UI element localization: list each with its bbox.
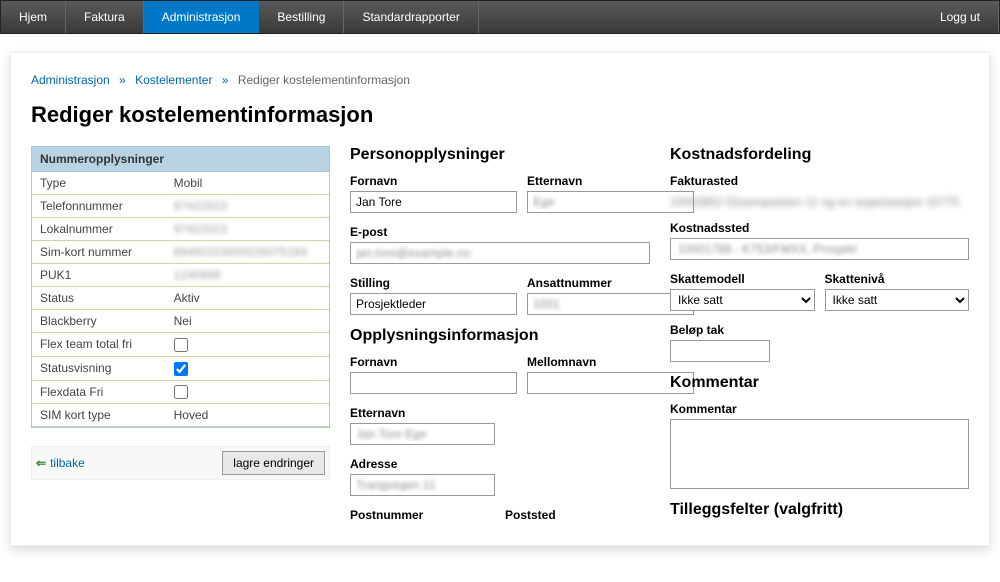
tilbake-link[interactable]: ⇐ tilbake (36, 456, 85, 470)
column-middle: Personopplysninger Fornavn Etternavn E-p… (350, 146, 650, 525)
value-puk1: 1240998 (166, 264, 329, 287)
nav-standardrapporter[interactable]: Standardrapporter (344, 1, 478, 33)
select-skatteniva[interactable]: Ikke satt (825, 289, 970, 311)
label-statusvisning: Statusvisning (32, 356, 166, 380)
label-fakturasted: Fakturasted (670, 174, 969, 188)
actions-bar: ⇐ tilbake lagre endringer (31, 446, 330, 480)
tilbake-label: tilbake (50, 456, 85, 470)
content: Administrasjon » Kostelementer » Rediger… (10, 52, 990, 546)
value-blackberry: Nei (166, 310, 329, 333)
nummeropplysninger-panel: Nummeropplysninger TypeMobil Telefonnumm… (31, 146, 330, 428)
panel-header: Nummeropplysninger (32, 147, 329, 172)
label-epost: E-post (350, 225, 650, 239)
input-info-fornavn[interactable] (350, 372, 517, 394)
top-nav: Hjem Faktura Administrasjon Bestilling S… (0, 0, 1000, 34)
label-telefonnummer: Telefonnummer (32, 195, 166, 218)
cell-statusvisning-cb (166, 356, 329, 380)
value-telefonnummer: 97422023 (166, 195, 329, 218)
value-simkorttype: Hoved (166, 404, 329, 427)
breadcrumb: Administrasjon » Kostelementer » Rediger… (31, 73, 969, 87)
input-fornavn[interactable] (350, 191, 517, 213)
label-stilling: Stilling (350, 276, 517, 290)
label-flexdata: Flexdata Fri (32, 380, 166, 404)
breadcrumb-administrasjon[interactable]: Administrasjon (31, 73, 110, 87)
label-skatteniva: Skattenivå (825, 272, 970, 286)
kostnadsfordeling-heading: Kostnadsfordeling (670, 146, 969, 164)
label-ansattnummer: Ansattnummer (527, 276, 694, 290)
label-flexteam: Flex team total fri (32, 333, 166, 357)
breadcrumb-kostelementer[interactable]: Kostelementer (135, 73, 212, 87)
nav-spacer (479, 1, 922, 33)
label-simkorttype: SIM kort type (32, 404, 166, 427)
input-info-etternavn[interactable] (350, 423, 495, 445)
label-info-mellomnavn: Mellomnavn (527, 355, 694, 369)
breadcrumb-sep: » (119, 73, 126, 87)
label-fornavn: Fornavn (350, 174, 517, 188)
breadcrumb-current: Rediger kostelementinformasjon (238, 73, 410, 87)
input-belop-tak[interactable] (670, 340, 770, 362)
opplysningsinformasjon-heading: Opplysningsinformasjon (350, 327, 650, 345)
checkbox-flexdata[interactable] (174, 385, 188, 399)
nav-logg-ut[interactable]: Logg ut (922, 1, 999, 33)
textarea-kommentar[interactable] (670, 419, 969, 489)
column-left: Nummeropplysninger TypeMobil Telefonnumm… (31, 146, 330, 480)
fakturasted-text: 10003852 Eksempeleien 11 og en organisas… (670, 195, 969, 209)
label-simkort: Sim-kort nummer (32, 241, 166, 264)
input-info-mellomnavn[interactable] (527, 372, 694, 394)
value-lokalnummer: 97422023 (166, 218, 329, 241)
tilleggsfelter-heading: Tilleggsfelter (valgfritt) (670, 501, 969, 519)
nav-administrasjon[interactable]: Administrasjon (144, 1, 260, 33)
lagre-endringer-button[interactable]: lagre endringer (222, 451, 325, 475)
label-blackberry: Blackberry (32, 310, 166, 333)
label-kostnadssted: Kostnadssted (670, 221, 969, 235)
nav-faktura[interactable]: Faktura (66, 1, 144, 33)
back-arrow-icon: ⇐ (36, 456, 46, 470)
checkbox-statusvisning[interactable] (174, 362, 188, 376)
kommentar-heading: Kommentar (670, 374, 969, 392)
label-status: Status (32, 287, 166, 310)
select-kostnadssted[interactable]: 10001788 - K753/FMXX, Prosjekt (670, 238, 969, 260)
cell-flexdata-cb (166, 380, 329, 404)
value-simkort: 89450153000026075184 (166, 241, 329, 264)
label-lokalnummer: Lokalnummer (32, 218, 166, 241)
label-kommentar: Kommentar (670, 402, 969, 416)
label-belop-tak: Beløp tak (670, 323, 969, 337)
nav-hjem[interactable]: Hjem (1, 1, 66, 33)
select-skattemodell[interactable]: Ikke satt (670, 289, 815, 311)
value-status: Aktiv (166, 287, 329, 310)
label-poststed: Poststed (505, 508, 650, 522)
input-stilling[interactable] (350, 293, 517, 315)
label-etternavn: Etternavn (527, 174, 694, 188)
label-info-fornavn: Fornavn (350, 355, 517, 369)
page-title: Rediger kostelementinformasjon (31, 102, 969, 128)
input-epost[interactable] (350, 242, 650, 264)
input-adresse[interactable] (350, 474, 495, 496)
checkbox-flexteam[interactable] (174, 338, 188, 352)
personopplysninger-heading: Personopplysninger (350, 146, 650, 164)
label-puk1: PUK1 (32, 264, 166, 287)
label-type: Type (32, 172, 166, 195)
breadcrumb-sep: » (222, 73, 229, 87)
label-info-etternavn: Etternavn (350, 406, 650, 420)
label-skattemodell: Skattemodell (670, 272, 815, 286)
column-right: Kostnadsfordeling Fakturasted 10003852 E… (670, 146, 969, 519)
label-postnummer: Postnummer (350, 508, 495, 522)
label-adresse: Adresse (350, 457, 650, 471)
cell-flexteam-cb (166, 333, 329, 357)
value-type: Mobil (166, 172, 329, 195)
input-ansattnummer[interactable] (527, 293, 694, 315)
nav-bestilling[interactable]: Bestilling (259, 1, 344, 33)
input-etternavn[interactable] (527, 191, 694, 213)
